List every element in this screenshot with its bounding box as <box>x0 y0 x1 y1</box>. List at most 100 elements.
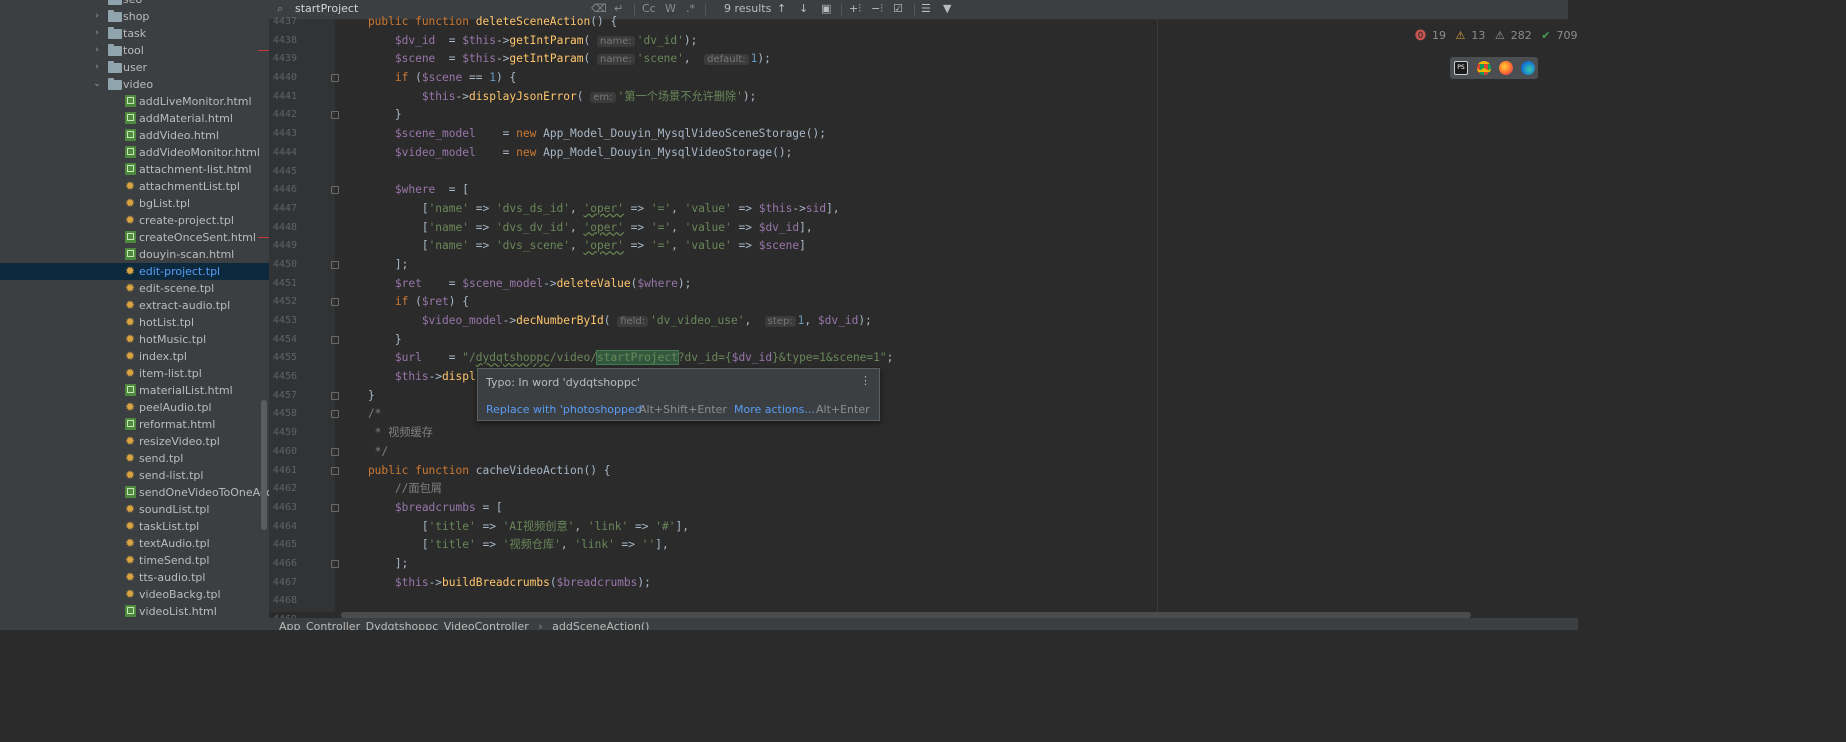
code-line[interactable]: 4450 ]; <box>269 256 1568 275</box>
chevron-right-icon[interactable]: › <box>92 59 102 76</box>
code-line[interactable]: 4440 if ($scene == 1) { <box>269 69 1568 88</box>
tree-item[interactable]: edit-scene.tpl <box>0 280 269 297</box>
phpstorm-icon[interactable]: PS <box>1454 61 1468 75</box>
tree-item[interactable]: attachment-list.html <box>0 161 269 178</box>
fold-marker-icon[interactable] <box>331 111 339 120</box>
code-line[interactable]: 4468 <box>269 592 1568 611</box>
tree-item[interactable]: timeSend.tpl <box>0 552 269 569</box>
tree-item[interactable]: send.tpl <box>0 450 269 467</box>
tree-item[interactable]: attachmentList.tpl <box>0 178 269 195</box>
fold-marker-icon[interactable] <box>331 260 339 269</box>
tree-item[interactable]: ⌄ video <box>0 76 269 93</box>
code-line[interactable]: 4446 $where = [ <box>269 181 1568 200</box>
fold-marker-icon[interactable] <box>331 559 339 568</box>
chevron-right-icon[interactable]: › <box>92 25 102 42</box>
code-line[interactable]: 4439 $scene = $this->getIntParam( name: '… <box>269 50 1568 69</box>
code-line[interactable]: 4441 $this->displayJsonError( em: '第一个场景不… <box>269 88 1568 107</box>
code-line[interactable]: 4447 ['name' => 'dvs_ds_id', 'oper' => '… <box>269 200 1568 219</box>
code-line[interactable]: 4456 $this->displ <box>269 368 1568 387</box>
fold-marker-icon[interactable] <box>331 335 339 344</box>
tree-item[interactable]: › task <box>0 25 269 42</box>
tree-item[interactable]: addVideo.html <box>0 127 269 144</box>
more-menu-icon[interactable]: ⋮ <box>860 374 871 387</box>
code-line[interactable]: 4452 if ($ret) { <box>269 293 1568 312</box>
tree-item[interactable]: hotList.tpl <box>0 314 269 331</box>
code-line[interactable]: 4459 * 视频缓存 <box>269 424 1568 443</box>
code-line[interactable]: 4467 $this->buildBreadcrumbs($breadcrumb… <box>269 574 1568 593</box>
tree-item[interactable]: createOnceSent.html <box>0 229 269 246</box>
tree-item[interactable]: create-project.tpl <box>0 212 269 229</box>
tree-item[interactable]: soundList.tpl <box>0 501 269 518</box>
tree-item[interactable]: item-list.tpl <box>0 365 269 382</box>
chevron-right-icon[interactable]: › <box>92 8 102 25</box>
fold-marker-icon[interactable] <box>331 410 339 419</box>
tree-item[interactable]: send-list.tpl <box>0 467 269 484</box>
tree-item[interactable]: materialList.html <box>0 382 269 399</box>
tree-item-label: tool <box>123 44 144 57</box>
code-line[interactable]: 4449 ['name' => 'dvs_scene', 'oper' => '… <box>269 237 1568 256</box>
code-line[interactable]: 4457 } <box>269 387 1568 406</box>
code-line[interactable]: 4443 $scene_model = new App_Model_Douyin… <box>269 125 1568 144</box>
tree-item[interactable]: videoList.html <box>0 603 269 620</box>
tree-item[interactable]: reformat.html <box>0 416 269 433</box>
fold-marker-icon[interactable] <box>331 466 339 475</box>
fold-marker-icon[interactable] <box>331 186 339 195</box>
tree-item[interactable]: addVideoMonitor.html <box>0 144 269 161</box>
tree-item[interactable]: tts-audio.tpl <box>0 569 269 586</box>
code-line[interactable]: 4458 /* <box>269 405 1568 424</box>
replace-suggestion-link[interactable]: Replace with 'photoshopped' <box>486 403 645 416</box>
code-line[interactable]: 4464 ['title' => 'AI视频创意', 'link' => '#'… <box>269 518 1568 537</box>
tree-item[interactable]: extract-audio.tpl <box>0 297 269 314</box>
tree-item[interactable]: douyin-scan.html <box>0 246 269 263</box>
fold-marker-icon[interactable] <box>331 298 339 307</box>
code-line[interactable]: 4437 public function deleteSceneAction()… <box>269 13 1568 32</box>
firefox-icon[interactable] <box>1499 61 1513 75</box>
tree-item[interactable]: resizeVideo.tpl <box>0 433 269 450</box>
fold-marker-icon[interactable] <box>331 503 339 512</box>
fold-marker-icon[interactable] <box>331 447 339 456</box>
code-line[interactable]: 4442 } <box>269 106 1568 125</box>
code-line[interactable]: 4465 ['title' => '视频仓库', 'link' => ''], <box>269 536 1568 555</box>
tree-item[interactable]: edit-project.tpl <box>0 263 269 280</box>
fold-marker-icon[interactable] <box>331 74 339 83</box>
tree-item[interactable]: sendOneVideoToOneAcco <box>0 484 269 501</box>
code-line[interactable]: 4438 $dv_id = $this->getIntParam( name: '… <box>269 32 1568 51</box>
tree-item[interactable]: › shop <box>0 8 269 25</box>
code-line[interactable]: 4455 $url = "/dydqtshoppc/video/startPro… <box>269 349 1568 368</box>
tree-item[interactable]: index.tpl <box>0 348 269 365</box>
tree-item[interactable]: addLiveMonitor.html <box>0 93 269 110</box>
tree-item[interactable]: textAudio.tpl <box>0 535 269 552</box>
tree-item[interactable]: › seo <box>0 0 269 8</box>
breadcrumb-class[interactable]: App_Controller_Dydqtshoppc_VideoControll… <box>279 620 529 630</box>
edge-icon[interactable] <box>1521 61 1535 75</box>
breadcrumb-method[interactable]: addSceneAction() <box>552 620 649 630</box>
code-line[interactable]: 4454 } <box>269 331 1568 350</box>
code-line[interactable]: 4451 $ret = $scene_model->deleteValue($w… <box>269 275 1568 294</box>
tree-item[interactable]: peelAudio.tpl <box>0 399 269 416</box>
code-line[interactable]: 4445 <box>269 163 1568 182</box>
code-line[interactable]: 4448 ['name' => 'dvs_dv_id', 'oper' => '… <box>269 219 1568 238</box>
code-line[interactable]: 4453 $video_model->decNumberById( field:… <box>269 312 1568 331</box>
tree-item[interactable]: › tool <box>0 42 269 59</box>
chevron-right-icon[interactable]: › <box>92 0 102 8</box>
tree-item[interactable]: addMaterial.html <box>0 110 269 127</box>
chevron-down-icon[interactable]: ⌄ <box>92 76 102 93</box>
tree-item[interactable]: bgList.tpl <box>0 195 269 212</box>
code-line[interactable]: 4444 $video_model = new App_Model_Douyin… <box>269 144 1568 163</box>
chevron-right-icon[interactable]: › <box>92 42 102 59</box>
chrome-icon[interactable] <box>1477 61 1491 75</box>
code-line[interactable]: 4463 $breadcrumbs = [ <box>269 499 1568 518</box>
code-line[interactable]: 4466 ]; <box>269 555 1568 574</box>
tree-scrollbar[interactable] <box>261 400 267 530</box>
fold-marker-icon[interactable] <box>331 391 339 400</box>
tree-item-label: addVideoMonitor.html <box>139 146 260 159</box>
tree-item[interactable]: taskList.tpl <box>0 518 269 535</box>
tree-item[interactable]: videoBackg.tpl <box>0 586 269 603</box>
more-actions-link[interactable]: More actions... <box>734 403 815 416</box>
inspection-widget[interactable]: ⓿ 19 ⚠ 13 ⚠ 282 ✔ 709 <box>1415 27 1583 43</box>
code-line[interactable]: 4462 //面包屑 <box>269 480 1568 499</box>
tree-item[interactable]: › user <box>0 59 269 76</box>
code-line[interactable]: 4461 public function cacheVideoAction() … <box>269 462 1568 481</box>
code-line[interactable]: 4460 */ <box>269 443 1568 462</box>
tree-item[interactable]: hotMusic.tpl <box>0 331 269 348</box>
